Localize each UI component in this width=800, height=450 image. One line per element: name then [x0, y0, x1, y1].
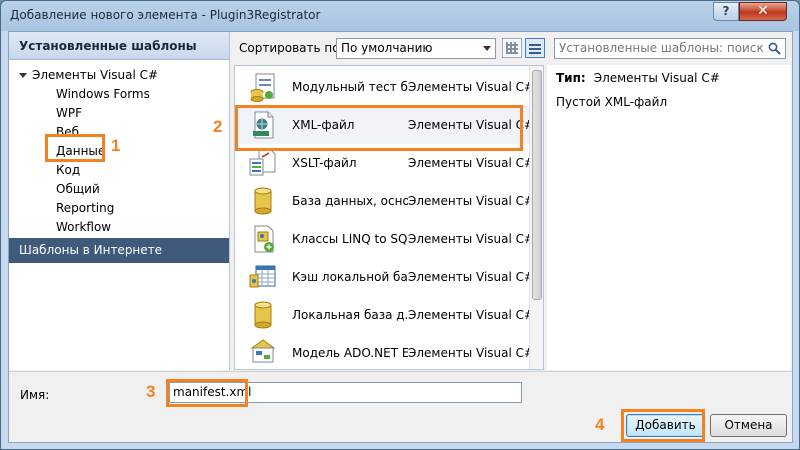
list-view-button[interactable] — [525, 38, 545, 58]
dialog-client-area: Установленные шаблоны Элементы Visual C#… — [8, 31, 793, 443]
search-placeholder: Установленные шаблоны: поиск — [559, 41, 764, 55]
details-type-value: Элементы Visual C# — [593, 71, 720, 85]
template-name: Классы LINQ to SQL — [292, 232, 408, 246]
template-category: Элементы Visual C# — [408, 80, 535, 94]
list-item[interactable]: Локальная база д... Элементы Visual C# — [235, 296, 534, 334]
highlight-add-button — [621, 409, 705, 442]
template-name: Кэш локальной ба... — [292, 270, 408, 284]
template-category: Элементы Visual C# — [408, 194, 535, 208]
scrollbar-thumb[interactable] — [532, 70, 542, 300]
installed-templates-header[interactable]: Установленные шаблоны — [9, 32, 229, 60]
list-view-icon — [529, 42, 541, 54]
add-new-item-dialog: Добавление нового элемента - Plugin3Regi… — [0, 0, 800, 450]
highlight-name-field — [166, 379, 248, 407]
unit-test-icon — [250, 73, 275, 102]
local-database-icon — [254, 301, 272, 329]
list-item[interactable]: Кэш локальной ба... Элементы Visual C# — [235, 258, 534, 296]
tree-root-visual-csharp[interactable]: Элементы Visual C# — [19, 68, 158, 82]
small-icons-view-button[interactable] — [502, 38, 522, 58]
annotation-number: 4 — [595, 415, 605, 434]
grid-view-icon — [506, 42, 518, 54]
template-category-pane: Установленные шаблоны Элементы Visual C#… — [9, 32, 230, 370]
details-description: Пустой XML-файл — [556, 95, 668, 109]
template-list-scrollbar[interactable] — [529, 66, 543, 369]
template-category: Элементы Visual C# — [408, 346, 535, 360]
template-category: Элементы Visual C# — [408, 270, 535, 284]
tree-item-windows-forms[interactable]: Windows Forms — [56, 87, 150, 101]
list-item[interactable]: Классы LINQ to SQL Элементы Visual C# — [235, 220, 534, 258]
template-name: База данных, основ... — [292, 194, 408, 208]
ado-net-model-icon — [250, 339, 276, 363]
expand-caret-icon[interactable] — [19, 73, 27, 78]
tree-item-workflow[interactable]: Workflow — [56, 220, 111, 234]
sort-dropdown[interactable]: По умолчанию — [336, 38, 496, 59]
annotation-number: 2 — [213, 117, 223, 136]
details-type: Тип: Элементы Visual C# — [556, 71, 720, 85]
template-name: XSLT-файл — [292, 156, 357, 170]
sort-label: Сортировать по: — [239, 41, 344, 55]
online-templates-header[interactable]: Шаблоны в Интернете — [9, 238, 229, 263]
title-bar[interactable]: Добавление нового элемента - Plugin3Regi… — [1, 1, 799, 31]
template-category: Элементы Visual C# — [408, 156, 535, 170]
template-name: Модель ADO.NET E... — [292, 346, 408, 360]
search-icon[interactable] — [768, 42, 781, 55]
template-search-input[interactable]: Установленные шаблоны: поиск — [554, 38, 786, 59]
tree-item-code[interactable]: Код — [56, 163, 80, 177]
cancel-button[interactable]: Отмена — [710, 414, 787, 437]
sort-dropdown-value: По умолчанию — [341, 41, 433, 55]
annotation-number: 3 — [146, 382, 156, 401]
list-item[interactable]: База данных, основ... Элементы Visual C# — [235, 182, 534, 220]
xslt-file-icon — [249, 149, 276, 176]
linq-to-sql-icon — [254, 225, 274, 253]
divider — [9, 371, 792, 372]
highlight-xml-file — [235, 105, 523, 151]
template-name: Модульный тест б... — [292, 80, 408, 94]
template-name: Локальная база д... — [292, 308, 408, 322]
name-label: Имя: — [20, 388, 50, 402]
window-title: Добавление нового элемента - Plugin3Regi… — [10, 8, 321, 22]
tree-item-general[interactable]: Общий — [56, 182, 100, 196]
local-cache-icon — [249, 265, 276, 288]
database-icon — [254, 187, 272, 215]
highlight-data-category — [45, 134, 105, 162]
tree-root-label: Элементы Visual C# — [32, 68, 159, 82]
template-category: Элементы Visual C# — [408, 232, 535, 246]
template-details-pane: Тип: Элементы Visual C# Пустой XML-файл — [547, 65, 791, 370]
close-button[interactable]: ✕ — [739, 2, 787, 21]
annotation-number: 1 — [111, 136, 121, 155]
template-category: Элементы Visual C# — [408, 308, 535, 322]
help-button[interactable]: ? — [713, 2, 739, 21]
list-item[interactable]: Модель ADO.NET E... Элементы Visual C# — [235, 334, 534, 369]
details-type-label: Тип: — [556, 71, 586, 85]
tree-item-reporting[interactable]: Reporting — [56, 201, 114, 215]
list-item[interactable]: Модульный тест б... Элементы Visual C# — [235, 68, 534, 106]
chevron-down-icon — [483, 46, 491, 51]
tree-item-wpf[interactable]: WPF — [56, 106, 82, 120]
